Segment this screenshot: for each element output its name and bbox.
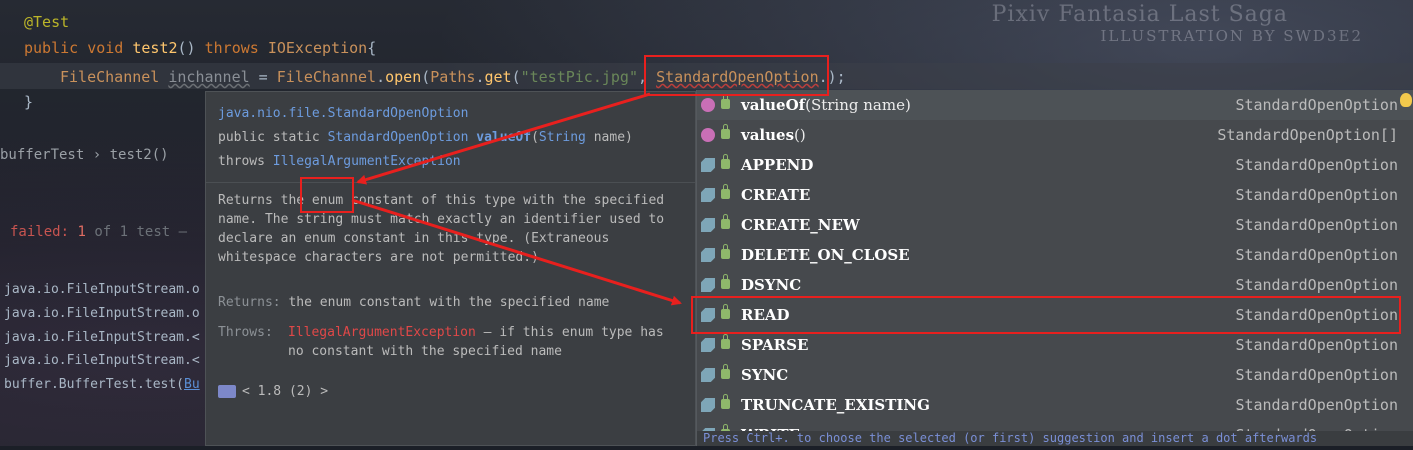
highlight-box-read	[691, 296, 1401, 334]
highlight-box-enum	[300, 177, 354, 213]
highlight-box-option-class	[644, 55, 829, 96]
annotation-overlay	[300, 55, 1401, 334]
arrow-to-read	[351, 198, 682, 306]
arrow-to-enum	[356, 92, 651, 185]
